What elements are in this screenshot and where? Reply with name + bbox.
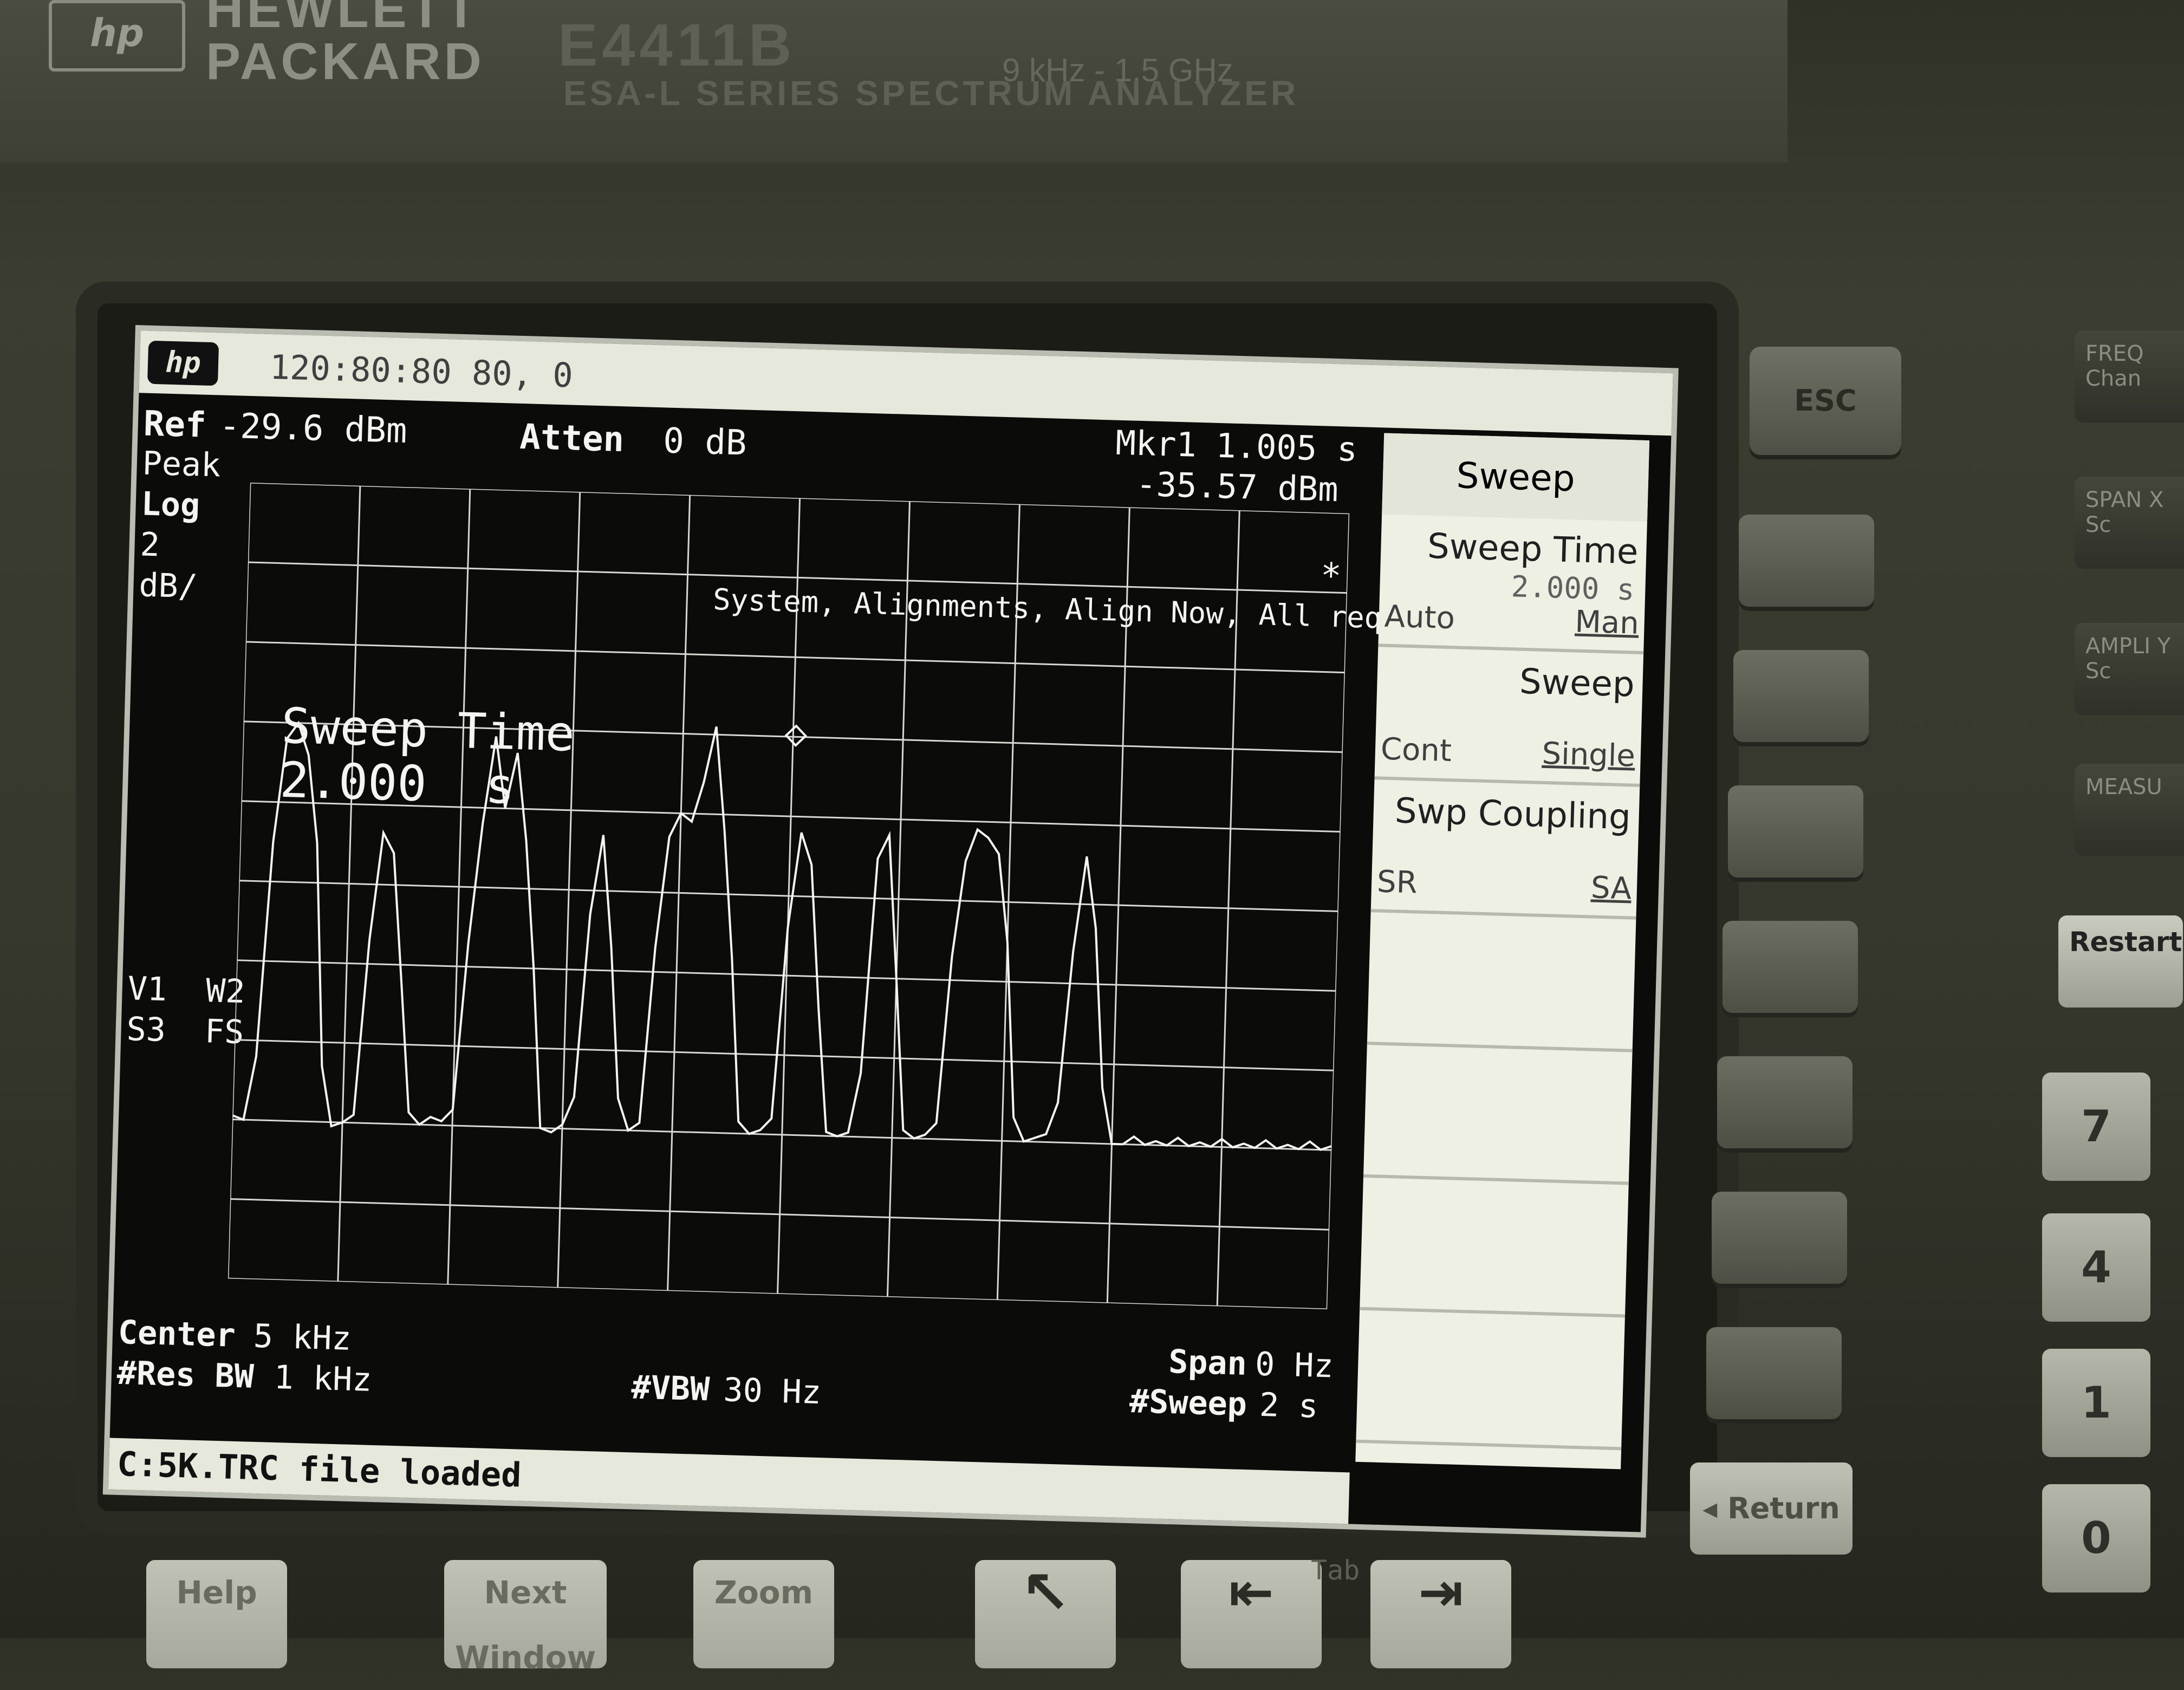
brand-line-1: HEWLETT — [206, 0, 480, 38]
screen-hp-logo: hp — [147, 340, 219, 386]
softkey-sweep-time-auto: Auto — [1383, 599, 1455, 636]
hp-logo: hp — [49, 0, 185, 72]
softkey-sweep-label: Sweep — [1519, 661, 1635, 705]
softkey-button-7[interactable] — [1706, 1327, 1842, 1419]
return-arrow-icon: ◂ — [1702, 1491, 1718, 1525]
marker-level: -35.57 dBm — [1135, 464, 1339, 510]
softkey-blank-6[interactable] — [1360, 1177, 1629, 1318]
key-1[interactable]: 1 — [2042, 1349, 2150, 1457]
series-label: ESA-L SERIES SPECTRUM ANALYZER — [563, 74, 1299, 113]
title-time: 120:80:80 80, 0 — [269, 347, 574, 395]
tab-back-button[interactable]: ⇤ — [1181, 1560, 1322, 1668]
sweep-label: #Sweep — [1129, 1382, 1247, 1424]
instrument-nameplate: hp HEWLETT PACKARD E4411B 9 kHz - 1.5 GH… — [0, 0, 1787, 162]
resbw-label: #Res BW — [116, 1354, 255, 1396]
amplitude-button[interactable]: AMPLI Y Sc — [2075, 623, 2184, 715]
next-window-button[interactable]: Next Window — [444, 1560, 607, 1676]
vbw-label: #VBW — [630, 1368, 711, 1409]
softkey-button-5[interactable] — [1717, 1056, 1852, 1148]
help-button[interactable]: Help — [146, 1560, 287, 1668]
ref-value: -29.6 dBm — [218, 406, 408, 452]
softkey-blank-4[interactable] — [1367, 912, 1636, 1052]
softkey-blank-7[interactable] — [1356, 1310, 1625, 1451]
key-0[interactable]: 0 — [2042, 1484, 2150, 1592]
active-function-value: 2.000 s — [279, 751, 516, 815]
trace-status-1: V1 W2 — [127, 970, 246, 1011]
brand-line-2: PACKARD — [206, 32, 485, 90]
center-value: 5 kHz — [252, 1317, 352, 1358]
arrow-up-left-icon: ↖ — [1020, 1558, 1071, 1627]
select-arrow-button[interactable]: ↖ — [975, 1560, 1116, 1668]
tab-left-icon: ⇤ — [1228, 1561, 1274, 1624]
brand-name: HEWLETT PACKARD — [206, 0, 485, 88]
softkey-sweep-cont: Cont — [1380, 731, 1452, 769]
model-number: E4411B — [558, 12, 796, 79]
softkey-button-6[interactable] — [1712, 1192, 1847, 1284]
softkey-blank-5[interactable] — [1363, 1045, 1633, 1185]
span-button[interactable]: SPAN X Sc — [2075, 477, 2184, 569]
vbw-value: 30 Hz — [723, 1371, 822, 1412]
marker-time: 1.005 s — [1215, 425, 1358, 470]
softkey-sweep-single: Single — [1541, 736, 1636, 774]
analyzer-screen: hp 120:80:80 80, 0 Ref -29.6 dBm Peak Lo… — [102, 325, 1679, 1538]
softkey-coupling-label: Swp Coupling — [1394, 791, 1632, 838]
softkey-sweep-time-label: Sweep Time — [1427, 526, 1639, 573]
marker-diamond — [784, 724, 808, 747]
return-button[interactable]: ◂ Return — [1690, 1462, 1852, 1555]
ref-label: Ref — [142, 404, 207, 446]
span-value: 0 Hz — [1254, 1345, 1334, 1386]
softkey-button-3[interactable] — [1728, 785, 1863, 877]
softkey-coupling-sa: SA — [1590, 870, 1632, 907]
measure-star: * — [1320, 556, 1342, 597]
softkey-menu-title: Sweep — [1382, 433, 1650, 522]
atten-value: 0 dB — [662, 421, 748, 464]
tab-forward-button[interactable]: ⇥ — [1370, 1560, 1511, 1668]
softkey-sweep-time-man: Man — [1574, 604, 1640, 641]
trace-status-2: S3 FS — [126, 1010, 245, 1052]
key-7[interactable]: 7 — [2042, 1072, 2150, 1181]
marker-label: Mkr1 — [1115, 422, 1197, 465]
restart-button[interactable]: Restart — [2058, 915, 2183, 1007]
softkey-sweep-mode[interactable]: Sweep Cont Single — [1374, 647, 1644, 787]
key-4[interactable]: 4 — [2042, 1213, 2150, 1322]
sweep-value: 2 s — [1259, 1386, 1319, 1426]
softkey-button-4[interactable] — [1722, 921, 1858, 1013]
softkey-swp-coupling[interactable]: Swp Coupling SR SA — [1370, 779, 1640, 920]
scale-unit: dB/ — [138, 566, 198, 606]
atten-label: Atten — [519, 417, 625, 460]
marker-1 — [784, 724, 808, 747]
center-label: Center — [118, 1313, 236, 1355]
softkey-coupling-sr: SR — [1376, 864, 1418, 901]
softkey-menu: Sweep Sweep Time 2.000 s Auto Man Sweep … — [1355, 433, 1650, 1470]
detector-label: Peak — [141, 444, 222, 485]
softkey-sweep-time-value: 2.000 s — [1511, 569, 1635, 607]
softkey-button-2[interactable] — [1733, 650, 1869, 742]
measure-button[interactable]: MEASU — [2075, 764, 2184, 856]
scale-type: Log — [140, 485, 201, 525]
zoom-button[interactable]: Zoom — [693, 1560, 834, 1668]
softkey-button-1[interactable] — [1739, 515, 1874, 607]
tab-label: Tab — [1311, 1555, 1360, 1586]
span-label: Span — [1168, 1343, 1247, 1383]
return-label: Return — [1727, 1491, 1840, 1525]
esc-button[interactable]: ESC — [1750, 347, 1901, 455]
softkey-sweep-time[interactable]: Sweep Time 2.000 s Auto Man — [1378, 514, 1647, 654]
freq-channel-button[interactable]: FREQ Chan — [2075, 330, 2184, 422]
scale-value: 2 — [139, 525, 160, 564]
resbw-value: 1 kHz — [273, 1358, 373, 1399]
tab-right-icon: ⇥ — [1418, 1561, 1464, 1624]
